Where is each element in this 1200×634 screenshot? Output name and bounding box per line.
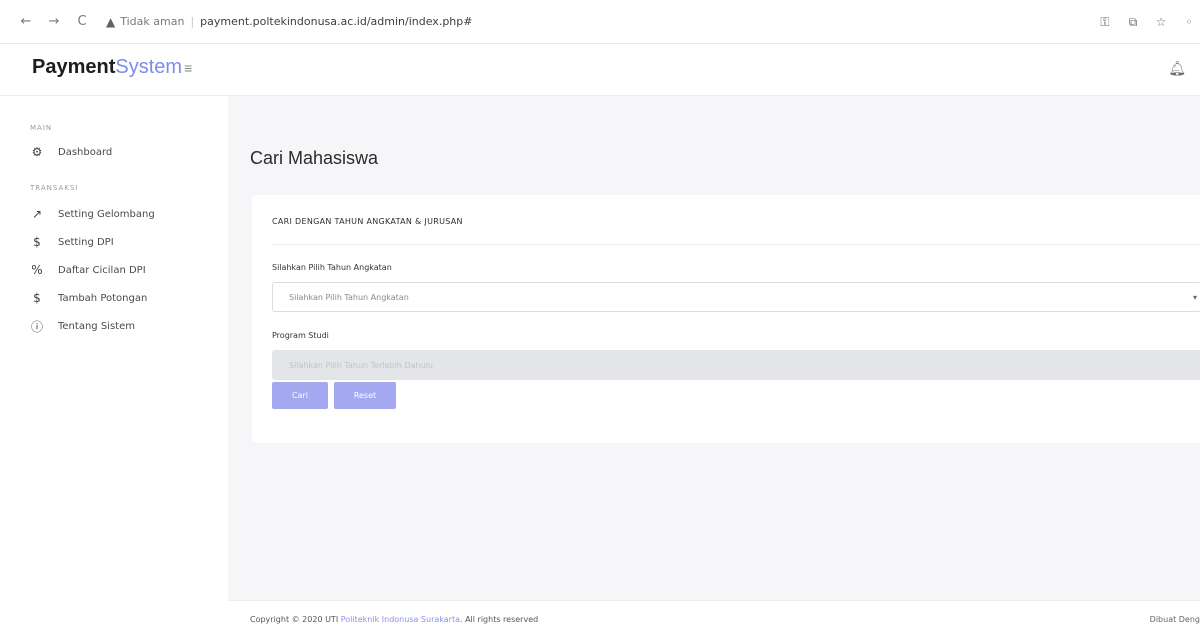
- tahun-angkatan-select[interactable]: Silahkan Pilih Tahun Angkatan ▾: [272, 282, 1200, 312]
- sidebar-heading-main: MAIN: [30, 124, 53, 132]
- sidebar-heading-transaksi: TRANSAKSI: [30, 184, 79, 192]
- footer-credit: Dibuat Deng: [1149, 615, 1200, 624]
- app-header: Payment System ≡ 🔔︎: [0, 44, 1200, 96]
- dashboard-icon: ⚙: [31, 145, 43, 159]
- browser-actions: ⚿ ⧉ ☆ ◦: [1088, 0, 1200, 44]
- sidebar-item-label: Setting Gelombang: [58, 208, 155, 220]
- program-studi-value: Silahkan Pilih Tahun Terlebih Dahulu: [289, 360, 433, 370]
- url-text: payment.poltekindonusa.ac.id/admin/index…: [200, 15, 473, 28]
- star-icon[interactable]: ☆: [1150, 15, 1172, 29]
- tahun-angkatan-label: Silahkan Pilih Tahun Angkatan: [272, 263, 392, 272]
- logo[interactable]: Payment System ≡: [32, 56, 192, 79]
- sidebar-item-dashboard[interactable]: ⚙ Dashboard: [30, 142, 113, 162]
- sidebar-item-setting-gelombang[interactable]: ↗ Setting Gelombang: [30, 204, 155, 224]
- card-divider: [272, 244, 1200, 245]
- browser-toolbar: ← → C ▲ Tidak aman | payment.poltekindon…: [0, 0, 1200, 44]
- sidebar: MAIN ⚙ Dashboard TRANSAKSI ↗ Setting Gel…: [0, 96, 228, 634]
- dollar-icon: $: [33, 235, 41, 249]
- logo-light: System: [115, 56, 183, 78]
- footer: Copyright © 2020 UTI Politeknik Indonusa…: [228, 600, 1200, 634]
- sidebar-item-label: Daftar Cicilan DPI: [58, 264, 146, 276]
- sidebar-item-label: Tambah Potongan: [58, 292, 148, 304]
- warning-icon: ▲: [106, 14, 116, 29]
- copyright-suffix: . All rights reserved: [460, 615, 539, 624]
- sidebar-item-tentang-sistem[interactable]: ⓘ Tentang Sistem: [30, 316, 135, 336]
- forward-icon[interactable]: →: [44, 12, 64, 32]
- trend-icon: ↗: [31, 207, 43, 221]
- tahun-angkatan-value: Silahkan Pilih Tahun Angkatan: [289, 292, 409, 302]
- card-title: CARI DENGAN TAHUN ANGKATAN & JURUSAN: [272, 217, 463, 226]
- address-bar[interactable]: ▲ Tidak aman | payment.poltekindonusa.ac…: [106, 8, 472, 36]
- copyright-text: Copyright © 2020 UTI Politeknik Indonusa…: [250, 615, 538, 624]
- program-studi-select[interactable]: Silahkan Pilih Tahun Terlebih Dahulu: [272, 350, 1200, 380]
- profile-icon[interactable]: ◦: [1178, 15, 1200, 29]
- back-icon[interactable]: ←: [16, 12, 36, 32]
- security-label: Tidak aman: [120, 15, 185, 28]
- copyright-link[interactable]: Politeknik Indonusa Surakarta: [341, 615, 460, 624]
- page-title: Cari Mahasiswa: [250, 148, 379, 168]
- logo-strong: Payment: [32, 56, 116, 78]
- sidebar-item-label: Setting DPI: [58, 236, 114, 248]
- reload-icon[interactable]: C: [72, 12, 92, 32]
- key-icon[interactable]: ⚿: [1094, 15, 1116, 30]
- bell-icon[interactable]: 🔔︎: [1168, 61, 1186, 77]
- reset-button[interactable]: Reset: [334, 382, 396, 409]
- cari-button[interactable]: Cari: [272, 382, 328, 409]
- translate-icon[interactable]: ⧉: [1122, 15, 1144, 30]
- menu-icon[interactable]: ≡: [184, 60, 192, 76]
- sidebar-item-label: Tentang Sistem: [58, 320, 135, 332]
- sidebar-item-setting-dpi[interactable]: $ Setting DPI: [30, 232, 114, 252]
- dollar-icon: $: [33, 291, 41, 305]
- program-studi-label: Program Studi: [272, 331, 329, 340]
- chevron-down-icon: ▾: [1192, 292, 1197, 302]
- sidebar-item-tambah-potongan[interactable]: $ Tambah Potongan: [30, 288, 147, 308]
- sidebar-item-label: Dashboard: [58, 146, 113, 158]
- sidebar-item-daftar-cicilan-dpi[interactable]: % Daftar Cicilan DPI: [30, 260, 146, 280]
- copyright-prefix: Copyright © 2020 UTI: [250, 615, 339, 624]
- info-icon: ⓘ: [30, 319, 43, 334]
- address-separator: |: [190, 15, 195, 28]
- main-content: Cari Mahasiswa CARI DENGAN TAHUN ANGKATA…: [228, 96, 1200, 634]
- percent-icon: %: [31, 263, 43, 277]
